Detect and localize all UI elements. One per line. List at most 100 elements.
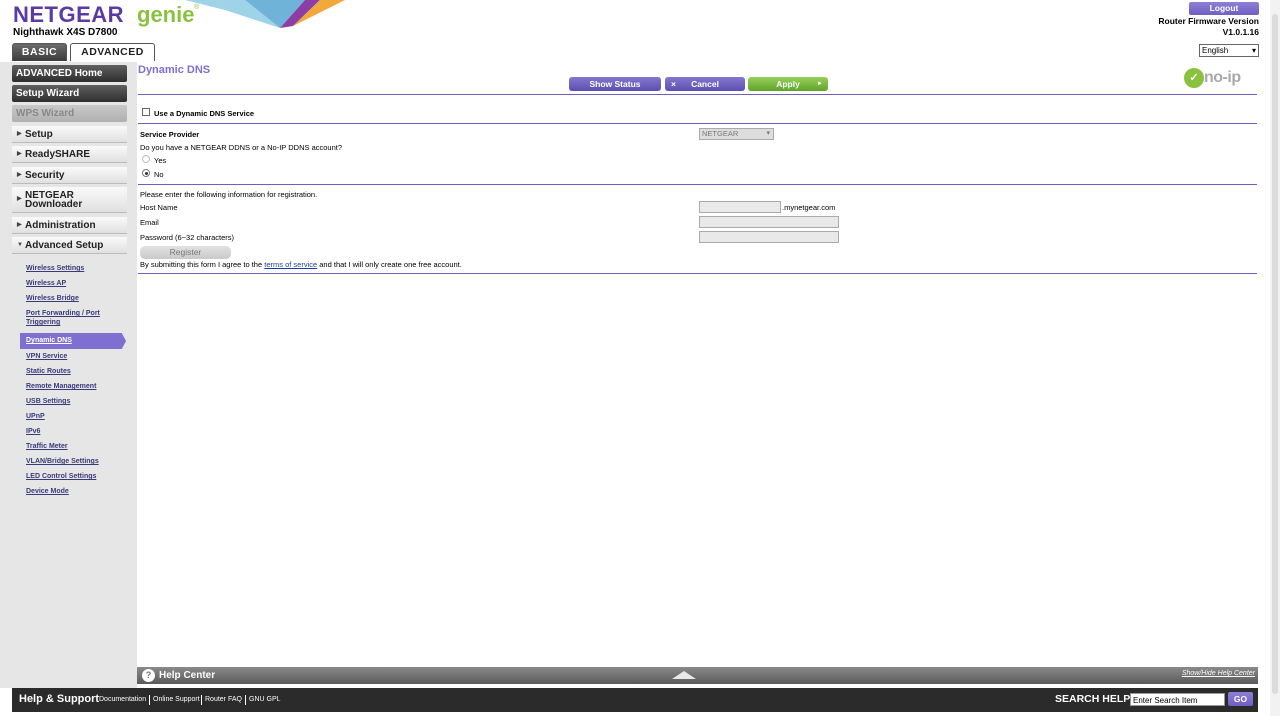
sidebar-section-advanced-setup[interactable]: ▼ Advanced Setup bbox=[12, 237, 127, 254]
sidebar-section-administration[interactable]: ▶ Administration bbox=[12, 217, 127, 234]
sidebar-item-upnp[interactable]: UPnP bbox=[26, 412, 45, 421]
page-title: Dynamic DNS bbox=[138, 64, 211, 76]
language-value: English bbox=[1202, 46, 1229, 55]
sidebar-item-traffic-meter[interactable]: Traffic Meter bbox=[26, 442, 68, 451]
search-input[interactable]: Enter Search Item bbox=[1130, 693, 1225, 706]
triangle-right-icon: ▶ bbox=[17, 196, 22, 202]
sidebar-section-label: Administration bbox=[25, 220, 96, 231]
noip-badge-icon: ✓ bbox=[1184, 68, 1204, 88]
service-provider-value: NETGEAR bbox=[702, 129, 739, 138]
show-hide-help-link[interactable]: Show/Hide Help Center bbox=[1182, 670, 1255, 677]
header: NETGEAR genie ® Nighthawk X4S D7800 BASI… bbox=[0, 0, 1280, 62]
triangle-right-icon: ▶ bbox=[17, 222, 22, 228]
sidebar-section-readyshare[interactable]: ▶ ReadySHARE bbox=[12, 146, 127, 163]
sidebar-item-device-mode[interactable]: Device Mode bbox=[26, 487, 69, 496]
advanced-home-button[interactable]: ADVANCED Home bbox=[12, 65, 127, 82]
sidebar-item-wireless-bridge[interactable]: Wireless Bridge bbox=[26, 294, 79, 303]
sidebar-item-port-forwarding[interactable]: Port Forwarding / Port bbox=[26, 309, 100, 318]
banner-art bbox=[185, 0, 345, 28]
wps-wizard-button[interactable]: WPS Wizard bbox=[12, 105, 127, 122]
use-ddns-checkbox[interactable] bbox=[142, 108, 150, 116]
tab-basic[interactable]: BASIC bbox=[12, 43, 67, 61]
divider bbox=[138, 94, 1257, 95]
sidebar-item-vlan-bridge[interactable]: VLAN/Bridge Settings bbox=[26, 457, 99, 466]
search-help-label: SEARCH HELP bbox=[1055, 693, 1131, 705]
language-select[interactable]: English ▾ bbox=[1199, 44, 1259, 57]
yes-radio[interactable] bbox=[142, 155, 150, 163]
scrollbar-thumb[interactable] bbox=[1272, 14, 1278, 694]
scrollbar[interactable] bbox=[1270, 0, 1280, 716]
sidebar: ADVANCED Home Setup Wizard WPS Wizard ▶ … bbox=[0, 62, 137, 688]
sidebar-section-label: Advanced Setup bbox=[25, 240, 104, 251]
sidebar-section-label: ReadySHARE bbox=[25, 149, 91, 160]
sidebar-section-setup[interactable]: ▶ Setup bbox=[12, 126, 127, 143]
apply-button[interactable]: Apply ► bbox=[748, 77, 828, 91]
sidebar-item-led-control[interactable]: LED Control Settings bbox=[26, 472, 96, 481]
help-center-bar: ? Help Center Show/Hide Help Center bbox=[137, 667, 1258, 684]
setup-wizard-button[interactable]: Setup Wizard bbox=[12, 85, 127, 102]
host-name-suffix: .mynetgear.com bbox=[782, 203, 836, 212]
tab-advanced[interactable]: ADVANCED bbox=[70, 43, 155, 61]
sidebar-item-wireless-ap[interactable]: Wireless AP bbox=[26, 279, 66, 288]
logout-button[interactable]: Logout bbox=[1189, 2, 1259, 15]
chevron-down-icon: ▾ bbox=[766, 130, 770, 137]
sidebar-item-dynamic-dns[interactable]: Dynamic DNS bbox=[26, 337, 72, 344]
footer-link-gnu-gpl[interactable]: GNU GPL bbox=[249, 696, 281, 703]
sidebar-section-label: Downloader bbox=[25, 199, 83, 210]
show-status-button[interactable]: Show Status bbox=[569, 77, 661, 91]
main-content: Dynamic DNS Show Status × Cancel Apply ►… bbox=[137, 62, 1258, 667]
service-provider-label: Service Provider bbox=[140, 130, 200, 139]
password-field[interactable] bbox=[699, 231, 839, 243]
tos-suffix: and that I will only create one free acc… bbox=[319, 260, 462, 269]
sidebar-section-downloader[interactable]: ▶ NETGEAR Downloader bbox=[12, 187, 127, 213]
no-label: No bbox=[154, 170, 164, 179]
tos-text: By submitting this form I agree to the t… bbox=[140, 260, 462, 269]
divider bbox=[138, 184, 1257, 185]
sidebar-section-security[interactable]: ▶ Security bbox=[12, 167, 127, 184]
sidebar-item-wireless-settings[interactable]: Wireless Settings bbox=[26, 264, 84, 273]
help-icon: ? bbox=[142, 669, 155, 682]
play-icon: ► bbox=[817, 81, 823, 87]
register-button[interactable]: Register bbox=[140, 246, 231, 259]
service-provider-select[interactable]: NETGEAR ▾ bbox=[699, 128, 774, 140]
cancel-label: Cancel bbox=[691, 79, 719, 89]
search-go-button[interactable]: GO bbox=[1228, 692, 1253, 706]
footer-title: Help & Support bbox=[19, 693, 100, 705]
registration-prompt: Please enter the following information f… bbox=[140, 190, 318, 199]
firmware-version: V1.0.1.16 bbox=[1222, 27, 1259, 37]
sidebar-item-port-triggering[interactable]: Triggering bbox=[26, 318, 60, 327]
no-radio[interactable] bbox=[142, 169, 150, 177]
model-name: Nighthawk X4S D7800 bbox=[13, 27, 118, 38]
email-field[interactable] bbox=[699, 216, 839, 228]
host-name-label: Host Name bbox=[140, 203, 178, 212]
footer-link-documentation[interactable]: Documentation bbox=[99, 696, 146, 703]
password-label: Password (6~32 characters) bbox=[140, 233, 234, 242]
close-icon: × bbox=[671, 79, 676, 89]
divider bbox=[138, 273, 1257, 274]
sidebar-section-label: Setup bbox=[25, 129, 53, 140]
divider bbox=[201, 695, 202, 705]
footer-link-router-faq[interactable]: Router FAQ bbox=[205, 696, 242, 703]
netgear-logo: NETGEAR bbox=[13, 2, 125, 27]
divider bbox=[245, 695, 246, 705]
sidebar-item-vpn-service[interactable]: VPN Service bbox=[26, 352, 67, 361]
sidebar-item-ipv6[interactable]: IPv6 bbox=[26, 427, 40, 436]
help-center-title: Help Center bbox=[159, 670, 216, 681]
divider bbox=[149, 695, 150, 705]
noip-logo-text: no-ip bbox=[1204, 69, 1241, 86]
footer-link-online-support[interactable]: Online Support bbox=[153, 696, 200, 703]
sidebar-item-static-routes[interactable]: Static Routes bbox=[26, 367, 71, 376]
triangle-down-icon: ▼ bbox=[17, 242, 23, 248]
cancel-button[interactable]: × Cancel bbox=[665, 77, 745, 91]
triangle-right-icon: ▶ bbox=[17, 151, 22, 157]
divider bbox=[138, 123, 1257, 124]
expand-up-icon[interactable] bbox=[672, 671, 696, 679]
apply-label: Apply bbox=[776, 79, 800, 89]
terms-of-service-link[interactable]: terms of service bbox=[264, 260, 317, 269]
sidebar-item-remote-management[interactable]: Remote Management bbox=[26, 382, 96, 391]
sidebar-item-usb-settings[interactable]: USB Settings bbox=[26, 397, 70, 406]
triangle-right-icon: ▶ bbox=[17, 172, 22, 178]
use-ddns-label: Use a Dynamic DNS Service bbox=[154, 109, 255, 118]
host-name-input[interactable] bbox=[699, 201, 781, 213]
sidebar-section-label: Security bbox=[25, 170, 65, 181]
